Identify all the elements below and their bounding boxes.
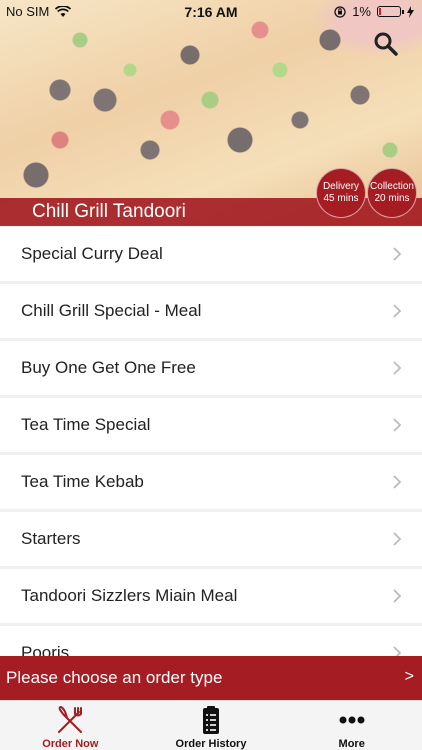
chevron-right-icon xyxy=(393,589,402,603)
tab-more[interactable]: More xyxy=(281,701,422,750)
tab-order-history[interactable]: Order History xyxy=(141,701,282,750)
menu-item-tandoori-sizzlers[interactable]: Tandoori Sizzlers Miain Meal xyxy=(0,569,422,623)
fork-knife-icon xyxy=(58,705,83,733)
menu-item-label: Pooris xyxy=(21,643,70,657)
menu-item-chill-grill-special-meal[interactable]: Chill Grill Special - Meal xyxy=(0,284,422,338)
tab-label: Order History xyxy=(175,738,247,750)
menu-item-label: Tandoori Sizzlers Miain Meal xyxy=(21,586,238,605)
orientation-lock-icon xyxy=(334,5,346,18)
chevron-right-icon xyxy=(393,418,402,432)
status-bar: No SIM 7:16 AM 1% xyxy=(0,0,422,22)
chevron-right-icon xyxy=(393,247,402,261)
tab-bar: Order Now Order History More xyxy=(0,700,422,750)
menu-item-pooris[interactable]: Pooris xyxy=(0,626,422,657)
order-type-prompt: Please choose an order type xyxy=(6,668,223,687)
collection-label: Collection xyxy=(370,181,414,192)
chevron-right-icon xyxy=(393,475,402,489)
menu-item-buy-one-get-one-free[interactable]: Buy One Get One Free xyxy=(0,341,422,395)
chevron-right-icon xyxy=(393,532,402,546)
charging-bolt-icon xyxy=(407,5,414,18)
menu-item-label: Tea Time Special xyxy=(21,415,151,434)
battery-icon xyxy=(377,6,404,17)
search-icon[interactable] xyxy=(372,30,400,58)
collection-time: 20 mins xyxy=(374,193,410,204)
delivery-time-badge: Delivery 45 mins xyxy=(316,168,366,218)
status-right: 1% xyxy=(334,4,414,19)
restaurant-name: Chill Grill Tandoori xyxy=(32,201,186,222)
delivery-label: Delivery xyxy=(322,181,360,192)
menu-item-tea-time-kebab[interactable]: Tea Time Kebab xyxy=(0,455,422,509)
menu-item-label: Chill Grill Special - Meal xyxy=(21,301,202,320)
battery-percent: 1% xyxy=(352,4,371,19)
tab-label: More xyxy=(338,738,365,750)
chevron-right-icon xyxy=(393,361,402,375)
delivery-time: 45 mins xyxy=(323,193,359,204)
collection-time-badge: Collection 20 mins xyxy=(367,168,417,218)
tab-order-now[interactable]: Order Now xyxy=(0,701,141,750)
menu-item-label: Starters xyxy=(21,529,81,548)
menu-category-list: Special Curry Deal Chill Grill Special -… xyxy=(0,227,422,657)
menu-item-label: Buy One Get One Free xyxy=(21,358,196,377)
chevron-right-icon xyxy=(393,304,402,318)
menu-item-tea-time-special[interactable]: Tea Time Special xyxy=(0,398,422,452)
menu-item-label: Tea Time Kebab xyxy=(21,472,144,491)
order-type-bar[interactable]: Please choose an order type > xyxy=(0,656,422,700)
tab-label: Order Now xyxy=(42,738,99,750)
menu-item-starters[interactable]: Starters xyxy=(0,512,422,566)
menu-item-label: Special Curry Deal xyxy=(21,244,163,263)
menu-item-special-curry-deal[interactable]: Special Curry Deal xyxy=(0,227,422,281)
clipboard-icon xyxy=(203,706,219,734)
order-type-arrow: > xyxy=(404,668,414,685)
more-dots-icon xyxy=(339,716,365,724)
